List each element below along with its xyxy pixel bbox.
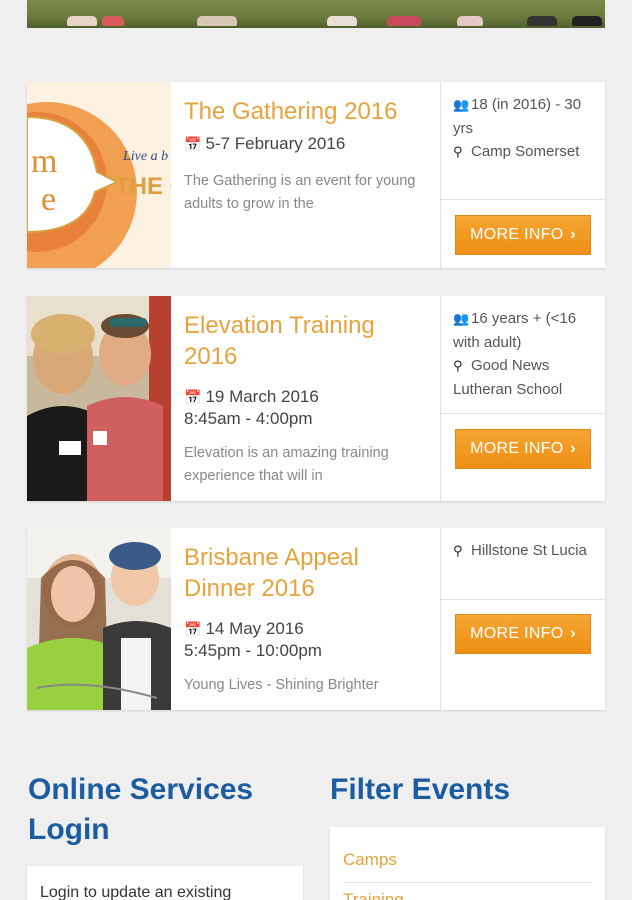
users-icon: 👥 (453, 97, 470, 112)
map-marker-icon: ⚲ (453, 144, 463, 159)
event-date-text: 14 May 2016 (205, 619, 304, 638)
chevron-right-icon: › (565, 625, 576, 642)
event-description: The Gathering is an event for young adul… (184, 173, 416, 212)
image-letter-1: m (31, 143, 57, 180)
more-info-button[interactable]: MORE INFO › (455, 614, 591, 654)
filter-events-heading: Filter Events (330, 773, 511, 806)
calendar-icon: 📅 (184, 621, 202, 637)
event-date: 📅 19 March 2016 8:45am - 4:00pm (184, 386, 428, 430)
event-description: Elevation is an amazing training experie… (184, 445, 389, 484)
event-location: Hillstone St Lucia (471, 542, 587, 559)
users-icon: 👥 (453, 311, 470, 326)
event-time: 5:45pm - 10:00pm (184, 641, 322, 660)
event-title[interactable]: The Gathering 2016 (184, 96, 428, 127)
event-time: 8:45am - 4:00pm (184, 409, 313, 428)
image-text-tagline: Live a b (122, 149, 168, 164)
calendar-icon: 📅 (184, 389, 202, 405)
top-banner-image (27, 0, 605, 28)
event-image-elevation (27, 296, 171, 501)
event-meta: 👥 18 (in 2016) - 30 yrs ⚲ Camp Somerset (441, 82, 605, 200)
online-services-box: Login to update an existing (27, 866, 303, 900)
event-date: 📅 5-7 February 2016 (184, 133, 428, 155)
event-location: Camp Somerset (471, 143, 580, 160)
event-age: 18 (in 2016) - 30 yrs (453, 96, 582, 137)
online-services-heading: Online Services Login (28, 773, 254, 846)
event-age: 16 years + (<16 with adult) (453, 310, 577, 351)
event-date-text: 5-7 February 2016 (205, 134, 346, 153)
chevron-right-icon: › (565, 440, 576, 457)
event-title[interactable]: Brisbane Appeal Dinner 2016 (184, 542, 428, 604)
more-info-label: MORE INFO (470, 625, 564, 642)
chevron-right-icon: › (565, 226, 576, 243)
event-card-gathering: m e Live a b THE G The Gathering 2016 📅5… (27, 82, 605, 268)
map-marker-icon: ⚲ (453, 358, 463, 373)
event-card-elevation: Elevation Training 2016 📅 19 March 2016 8… (27, 296, 605, 501)
event-title[interactable]: Elevation Training 2016 (184, 310, 428, 372)
map-marker-icon: ⚲ (453, 543, 463, 558)
filter-events-box: Camps Training (330, 827, 605, 900)
event-card-brisbane-appeal: Brisbane Appeal Dinner 2016 📅 14 May 2016… (27, 528, 605, 710)
event-date: 📅 14 May 2016 5:45pm - 10:00pm (184, 618, 428, 662)
event-meta: 👥 16 years + (<16 with adult) ⚲ Good News … (441, 296, 605, 414)
more-info-label: MORE INFO (470, 226, 564, 243)
event-image-gathering: m e Live a b THE G (27, 82, 171, 268)
online-services-text: Login to update an existing (40, 884, 232, 900)
event-description: Young Lives - Shining Brighter (184, 677, 379, 693)
event-image-brisbane-appeal (27, 528, 171, 710)
calendar-icon: 📅 (184, 136, 202, 152)
event-date-text: 19 March 2016 (205, 387, 319, 406)
filter-item-training[interactable]: Training (343, 883, 592, 900)
image-letter-2: e (41, 181, 56, 218)
filter-item-camps[interactable]: Camps (343, 827, 592, 883)
more-info-button[interactable]: MORE INFO › (455, 215, 591, 255)
more-info-button[interactable]: MORE INFO › (455, 429, 591, 469)
image-text-logo: THE G (115, 173, 171, 200)
more-info-label: MORE INFO (470, 440, 564, 457)
event-meta: ⚲ Hillstone St Lucia (441, 528, 605, 600)
